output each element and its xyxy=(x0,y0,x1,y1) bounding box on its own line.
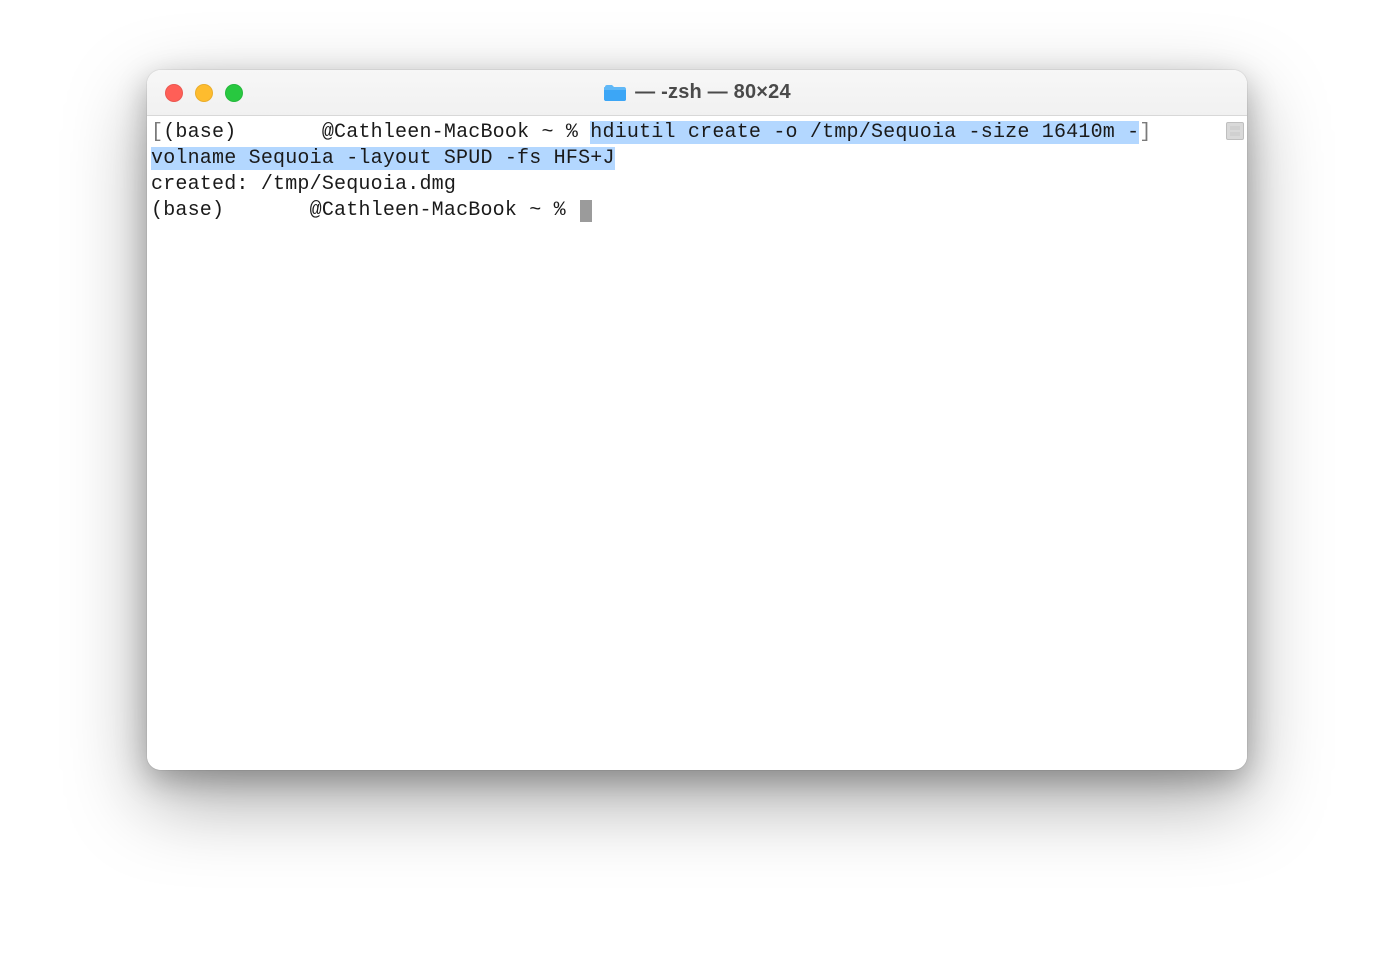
minimize-icon[interactable] xyxy=(195,84,213,102)
command-selection-part2[interactable]: volname Sequoia -layout SPUD -fs HFS+J xyxy=(151,147,615,170)
prompt-host-path: @Cathleen-MacBook ~ % xyxy=(310,199,578,222)
cursor-icon xyxy=(580,200,592,222)
close-icon[interactable] xyxy=(165,84,183,102)
window-title: — -zsh — 80×24 xyxy=(147,81,1247,104)
window-title-text: — -zsh — 80×24 xyxy=(635,81,791,104)
prompt-env: (base) xyxy=(163,121,248,144)
scroll-thumb-icon[interactable] xyxy=(1226,122,1244,140)
line-bracket-open: [ xyxy=(151,121,163,144)
zoom-icon[interactable] xyxy=(225,84,243,102)
prompt-env: (base) xyxy=(151,199,236,222)
scrollbar[interactable] xyxy=(1225,120,1245,766)
folder-icon xyxy=(603,83,627,103)
prompt-host-path: @Cathleen-MacBook ~ % xyxy=(322,121,590,144)
line-bracket-close: ] xyxy=(1139,121,1151,144)
terminal-viewport[interactable]: [(base) pangyu@Cathleen-MacBook ~ % hdiu… xyxy=(147,116,1247,770)
command-selection-part1[interactable]: hdiutil create -o /tmp/Sequoia -size 164… xyxy=(590,121,1139,144)
traffic-lights xyxy=(165,84,243,102)
prompt-user-redacted: pangyu xyxy=(236,198,309,224)
prompt-user-redacted: pangyu xyxy=(249,120,322,146)
terminal-content[interactable]: [(base) pangyu@Cathleen-MacBook ~ % hdiu… xyxy=(151,120,1225,766)
window-titlebar[interactable]: — -zsh — 80×24 xyxy=(147,70,1247,116)
terminal-window: — -zsh — 80×24 [(base) pangyu@Cathleen-M… xyxy=(147,70,1247,770)
output-line: created: /tmp/Sequoia.dmg xyxy=(151,173,456,196)
